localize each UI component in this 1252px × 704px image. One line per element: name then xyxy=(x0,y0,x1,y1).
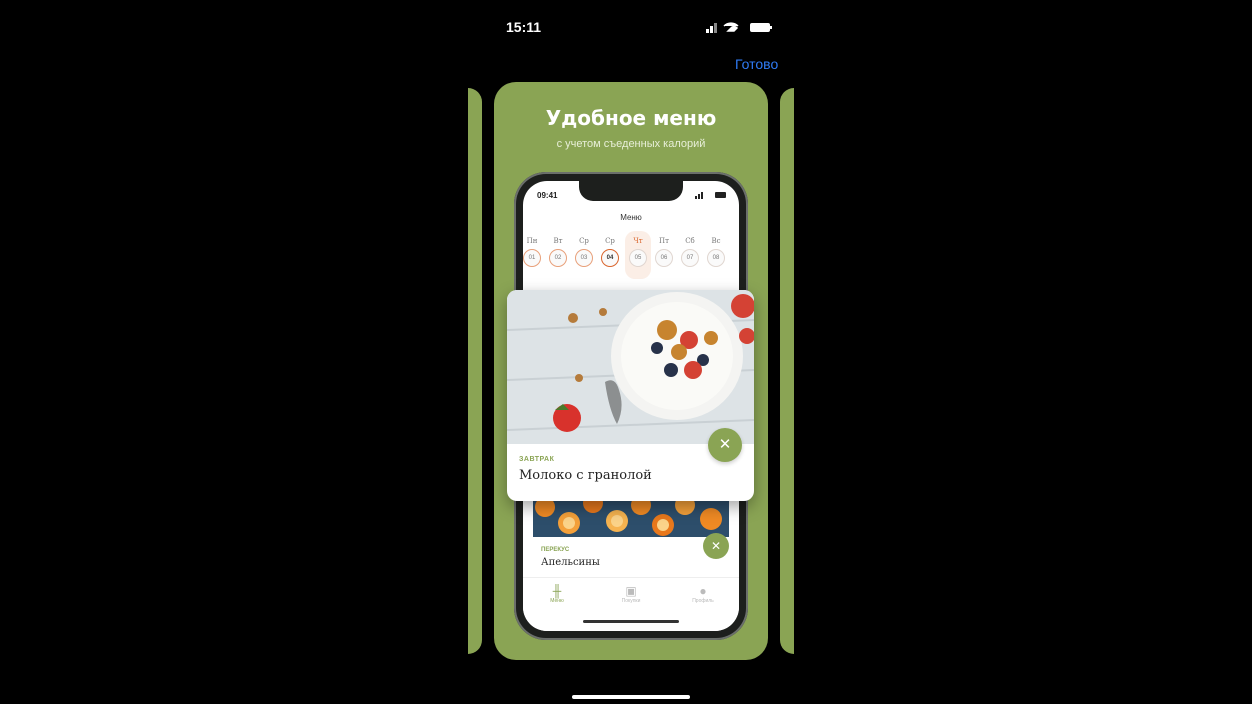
day-name: Сб xyxy=(685,237,695,245)
snack-type-label: ПЕРЕКУС xyxy=(541,547,570,553)
signal-icon xyxy=(706,29,709,33)
day-item[interactable]: Вс 08 xyxy=(703,231,729,279)
user-icon: ● xyxy=(699,584,707,598)
previous-screenshot-card[interactable] xyxy=(468,88,482,654)
next-screenshot-card[interactable] xyxy=(780,88,794,654)
phone-notch xyxy=(579,181,683,201)
day-number: 06 xyxy=(655,249,673,267)
utensils-icon[interactable]: ✕ xyxy=(708,428,742,462)
phone-tab-bar: ╫ Меню ▣ Покупки ● Профиль xyxy=(523,577,739,631)
battery-icon xyxy=(750,23,770,32)
day-name: Ср xyxy=(579,237,589,245)
snack-name: Апельсины xyxy=(541,557,600,568)
done-button[interactable]: Готово xyxy=(735,56,778,72)
wifi-icon xyxy=(723,22,739,32)
basket-icon: ▣ xyxy=(625,584,637,598)
snack-meal-card[interactable]: ✕ ПЕРЕКУС Апельсины xyxy=(533,493,729,577)
breakfast-meal-card[interactable]: ЗАВТРАК Молоко с гранолой xyxy=(507,290,754,501)
day-number: 04 xyxy=(601,249,619,267)
day-item[interactable]: Ср 03 xyxy=(571,231,597,279)
status-time: 15:11 xyxy=(506,19,542,35)
day-number: 02 xyxy=(549,249,567,267)
day-item[interactable]: Ср 04 xyxy=(597,231,623,279)
day-number: 03 xyxy=(575,249,593,267)
tab-label: Покупки xyxy=(621,598,641,604)
day-item[interactable]: Сб 07 xyxy=(677,231,703,279)
day-number: 08 xyxy=(707,249,725,267)
day-number: 07 xyxy=(681,249,699,267)
meal-type-label: ЗАВТРАК xyxy=(519,456,555,463)
fork-knife-icon: ╫ xyxy=(552,584,562,598)
day-number: 01 xyxy=(523,249,541,267)
snack-utensils-button[interactable]: ✕ xyxy=(703,533,729,559)
phone-time: 09:41 xyxy=(537,191,558,200)
tab-profile[interactable]: ● Профиль xyxy=(673,584,733,604)
day-name: Вт xyxy=(553,237,563,245)
day-item-today[interactable]: Чт 05 xyxy=(625,231,651,279)
phone-home-indicator xyxy=(583,620,679,623)
meal-name: Молоко с гранолой xyxy=(519,468,652,483)
day-name: Пн xyxy=(526,237,538,245)
tab-shopping[interactable]: ▣ Покупки xyxy=(601,584,661,604)
phone-menu-title: Меню xyxy=(620,213,642,222)
home-indicator xyxy=(572,695,690,699)
week-day-selector: Пн 01 Вт 02 Ср 03 Ср 04 Чт 05 Пт 06 Сб 0… xyxy=(523,231,735,281)
day-name: Пт xyxy=(659,237,669,245)
day-item[interactable]: Пн 01 xyxy=(523,231,545,279)
promo-subtitle: с учетом съеденных калорий xyxy=(556,138,706,150)
day-name: Вс xyxy=(711,237,721,245)
day-name: Ср xyxy=(605,237,615,245)
tab-label: Профиль xyxy=(692,598,714,604)
day-item[interactable]: Вт 02 xyxy=(545,231,571,279)
status-icons xyxy=(706,22,772,33)
tab-menu[interactable]: ╫ Меню xyxy=(527,584,587,604)
day-number: 05 xyxy=(629,249,647,267)
phone-status-icons xyxy=(695,192,726,199)
promo-title: Удобное меню xyxy=(545,106,717,130)
day-item[interactable]: Пт 06 xyxy=(651,231,677,279)
day-name: Чт xyxy=(633,237,643,245)
tab-label: Меню xyxy=(550,598,564,604)
granola-bowl-photo xyxy=(507,290,754,444)
